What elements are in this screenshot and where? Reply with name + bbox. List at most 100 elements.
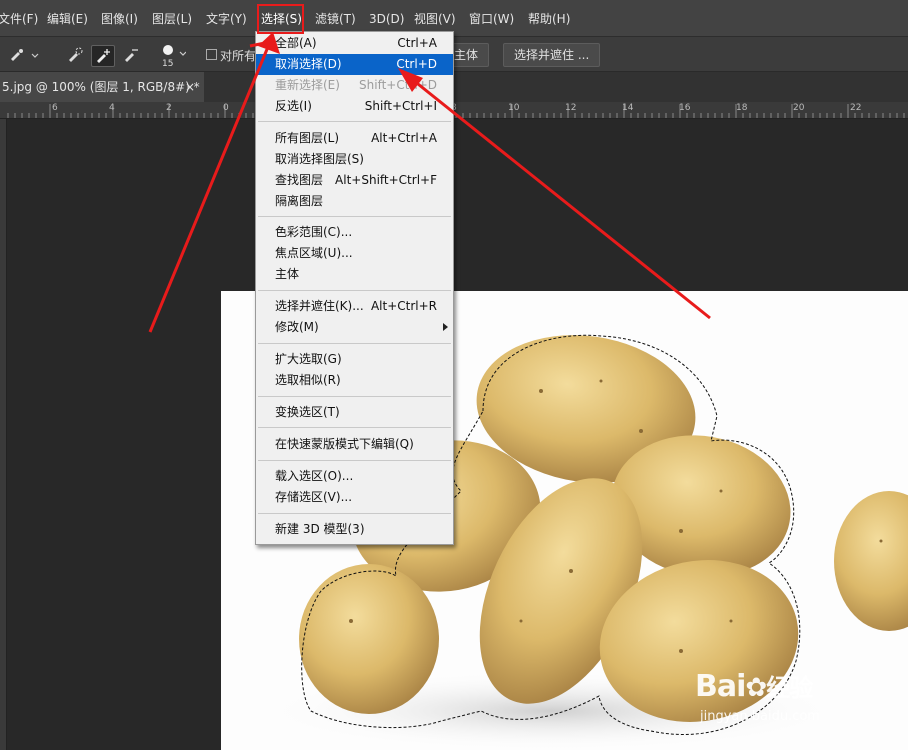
menu-item-label: 扩大选取(G) xyxy=(275,352,342,366)
add-to-selection-icon[interactable] xyxy=(91,45,115,67)
horizontal-ruler: 6 4 2 0 2 4 6 8 10 12 14 16 18 20 22 xyxy=(0,102,908,119)
menu-item-label: 全部(A) xyxy=(275,36,317,50)
ruler-label: 10 xyxy=(508,103,520,113)
menu-item-label: 取消选择图层(S) xyxy=(275,152,364,166)
menu-item-label: 查找图层 xyxy=(275,173,324,187)
menu-item-label: 载入选区(O)... xyxy=(275,469,354,483)
menu-filter[interactable]: 滤镜(T) xyxy=(315,10,356,28)
submenu-arrow-icon xyxy=(443,323,448,331)
menu-separator xyxy=(258,513,451,514)
menu-layer[interactable]: 图层(L) xyxy=(152,10,192,28)
menu-item-label: 主体 xyxy=(275,267,300,281)
ruler-label: 2 xyxy=(166,103,172,113)
menu-item-label: 存储选区(V)... xyxy=(275,490,353,504)
menu-item-label: 选择并遮住(K)... xyxy=(275,299,364,313)
menu-item-label: 在快速蒙版模式下编辑(Q) xyxy=(275,437,414,451)
menu-item-grow[interactable]: 扩大选取(G) xyxy=(256,349,453,370)
select-and-mask-button[interactable]: 选择并遮住 ... xyxy=(503,43,601,67)
menu-item-shortcut: Shift+Ctrl+D xyxy=(359,78,437,92)
select-menu-dropdown: 全部(A) Ctrl+A 取消选择(D) Ctrl+D 重新选择(E) Shift+C… xyxy=(255,31,454,545)
ruler-label: 22 xyxy=(850,103,862,113)
menu-item-shortcut: Ctrl+D xyxy=(396,57,437,71)
menu-separator xyxy=(258,427,451,428)
new-selection-icon[interactable] xyxy=(64,45,86,65)
menu-item-new-3d-model[interactable]: 新建 3D 模型(3) xyxy=(256,519,453,540)
menu-item-quick-mask[interactable]: 在快速蒙版模式下编辑(Q) xyxy=(256,434,453,455)
ruler-label: 4 xyxy=(109,103,115,113)
brush-size-value: 15 xyxy=(162,59,174,69)
document-tab[interactable]: 5.jpg @ 100% (图层 1, RGB/8#) * × xyxy=(0,72,204,102)
brush-preset-icon[interactable] xyxy=(6,45,40,65)
menu-item-label: 变换选区(T) xyxy=(275,405,340,419)
menu-edit[interactable]: 编辑(E) xyxy=(47,10,88,28)
menu-item-label: 修改(M) xyxy=(275,320,319,334)
menu-item-color-range[interactable]: 色彩范围(C)... xyxy=(256,222,453,243)
menu-item-load-selection[interactable]: 载入选区(O)... xyxy=(256,466,453,487)
menu-separator xyxy=(258,290,451,291)
menu-item-all-layers[interactable]: 所有图层(L) Alt+Ctrl+A xyxy=(256,128,453,149)
menu-window[interactable]: 窗口(W) xyxy=(469,10,514,28)
menu-item-label: 重新选择(E) xyxy=(275,78,340,92)
menu-item-label: 选取相似(R) xyxy=(275,373,341,387)
menu-separator xyxy=(258,460,451,461)
menu-item-reselect[interactable]: 重新选择(E) Shift+Ctrl+D xyxy=(256,75,453,96)
menu-item-modify[interactable]: 修改(M) xyxy=(256,317,453,338)
vertical-ruler xyxy=(0,119,7,750)
menu-item-focus-area[interactable]: 焦点区域(U)... xyxy=(256,243,453,264)
menu-item-label: 色彩范围(C)... xyxy=(275,225,353,239)
ruler-label: 14 xyxy=(622,103,634,113)
menu-item-find-layers[interactable]: 查找图层 Alt+Shift+Ctrl+F xyxy=(256,170,453,191)
menu-3d[interactable]: 3D(D) xyxy=(369,10,404,28)
menu-item-similar[interactable]: 选取相似(R) xyxy=(256,370,453,391)
potato xyxy=(834,491,908,631)
menu-file[interactable]: 文件(F) xyxy=(0,10,38,28)
ruler-label: 18 xyxy=(736,103,748,113)
menu-item-select-and-mask[interactable]: 选择并遮住(K)... Alt+Ctrl+R xyxy=(256,296,453,317)
menu-item-label: 新建 3D 模型(3) xyxy=(275,522,365,536)
menu-separator xyxy=(258,216,451,217)
menu-item-label: 反选(I) xyxy=(275,99,312,113)
menu-item-transform-selection[interactable]: 变换选区(T) xyxy=(256,402,453,423)
sample-all-label: 对所有 xyxy=(220,49,257,63)
menu-view[interactable]: 视图(V) xyxy=(414,10,456,28)
menu-item-save-selection[interactable]: 存储选区(V)... xyxy=(256,487,453,508)
baidu-watermark: Bai✿经验 xyxy=(695,668,813,704)
menu-separator xyxy=(258,121,451,122)
menu-item-label: 焦点区域(U)... xyxy=(275,246,353,260)
paw-icon: ✿ xyxy=(745,673,767,703)
options-bar: 15 对所有 主体 选择并遮住 ... xyxy=(0,37,908,72)
menu-image[interactable]: 图像(I) xyxy=(101,10,138,28)
menu-item-shortcut: Alt+Ctrl+A xyxy=(371,131,437,145)
menu-separator xyxy=(258,396,451,397)
menu-item-all[interactable]: 全部(A) Ctrl+A xyxy=(256,33,453,54)
subtract-selection-icon[interactable] xyxy=(120,45,142,65)
watermark-brand-pre: Bai xyxy=(695,669,746,704)
ruler-label: 0 xyxy=(223,103,229,113)
menu-item-inverse[interactable]: 反选(I) Shift+Ctrl+I xyxy=(256,96,453,117)
menu-item-shortcut: Alt+Shift+Ctrl+F xyxy=(335,173,437,187)
watermark-url: jingyan.baidu.com xyxy=(700,709,820,724)
document-tab-title: 5.jpg @ 100% (图层 1, RGB/8#) * xyxy=(2,80,200,94)
menu-item-isolate-layers[interactable]: 隔离图层 xyxy=(256,191,453,212)
brush-size-icon[interactable] xyxy=(156,40,187,60)
document-tab-bar: 5.jpg @ 100% (图层 1, RGB/8#) * × xyxy=(0,72,908,102)
menu-item-deselect[interactable]: 取消选择(D) Ctrl+D xyxy=(256,54,453,75)
potato xyxy=(299,564,439,714)
menu-bar: 文件(F) 编辑(E) 图像(I) 图层(L) 文字(Y) 选择(S) 滤镜(T… xyxy=(0,0,908,37)
menu-item-subject[interactable]: 主体 xyxy=(256,264,453,285)
menu-item-label: 隔离图层 xyxy=(275,194,324,208)
menu-type[interactable]: 文字(Y) xyxy=(206,10,247,28)
close-tab-icon[interactable]: × xyxy=(185,72,195,102)
menu-item-deselect-layers[interactable]: 取消选择图层(S) xyxy=(256,149,453,170)
sample-all-checkbox[interactable] xyxy=(206,49,217,60)
ruler-label: 16 xyxy=(679,103,691,113)
annotation-highlight-box xyxy=(257,4,304,34)
menu-item-label: 所有图层(L) xyxy=(275,131,340,145)
menu-item-shortcut: Alt+Ctrl+R xyxy=(370,299,437,313)
ruler-label: 6 xyxy=(52,103,58,113)
menu-item-shortcut: Shift+Ctrl+I xyxy=(364,99,437,113)
menu-help[interactable]: 帮助(H) xyxy=(528,10,570,28)
menu-item-shortcut: Ctrl+A xyxy=(397,36,437,50)
menu-item-label: 取消选择(D) xyxy=(275,57,342,71)
ruler-label: 20 xyxy=(793,103,805,113)
